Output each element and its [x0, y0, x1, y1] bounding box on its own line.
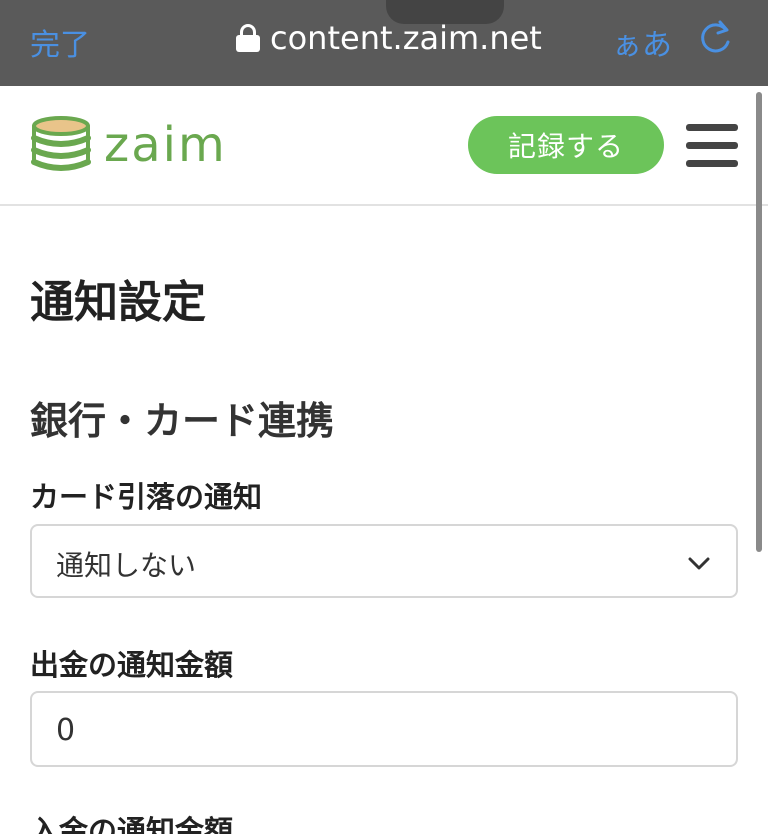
- done-button[interactable]: 完了: [30, 20, 90, 64]
- site-header: zaim 記録する: [0, 86, 768, 206]
- card-notification-select[interactable]: 通知しない: [30, 524, 738, 598]
- withdrawal-amount-input[interactable]: 0: [30, 691, 738, 767]
- deposit-amount-label: 入金の通知金額: [30, 814, 234, 834]
- text-size-button[interactable]: ぁあ: [612, 20, 672, 64]
- coin-stack-icon: [31, 116, 91, 171]
- logo-text: zaim: [104, 117, 227, 173]
- card-notification-label: カード引落の通知: [30, 480, 263, 514]
- hamburger-menu-icon[interactable]: [686, 124, 738, 168]
- lock-icon: [236, 24, 260, 52]
- select-value: 通知しない: [56, 549, 197, 582]
- address-bar[interactable]: content.zaim.net: [236, 18, 542, 58]
- scrollbar[interactable]: [756, 92, 762, 552]
- withdrawal-amount-label: 出金の通知金額: [30, 648, 234, 682]
- reload-icon[interactable]: [696, 18, 734, 58]
- zaim-logo[interactable]: zaim: [30, 116, 227, 174]
- url-text: content.zaim.net: [270, 19, 542, 57]
- browser-toolbar: 完了 content.zaim.net ぁあ: [0, 0, 768, 86]
- section-title: 銀行・カード連携: [30, 399, 335, 443]
- input-value: 0: [56, 713, 76, 748]
- page-title: 通知設定: [30, 277, 206, 328]
- record-button[interactable]: 記録する: [468, 116, 664, 174]
- chevron-down-icon: [688, 557, 710, 570]
